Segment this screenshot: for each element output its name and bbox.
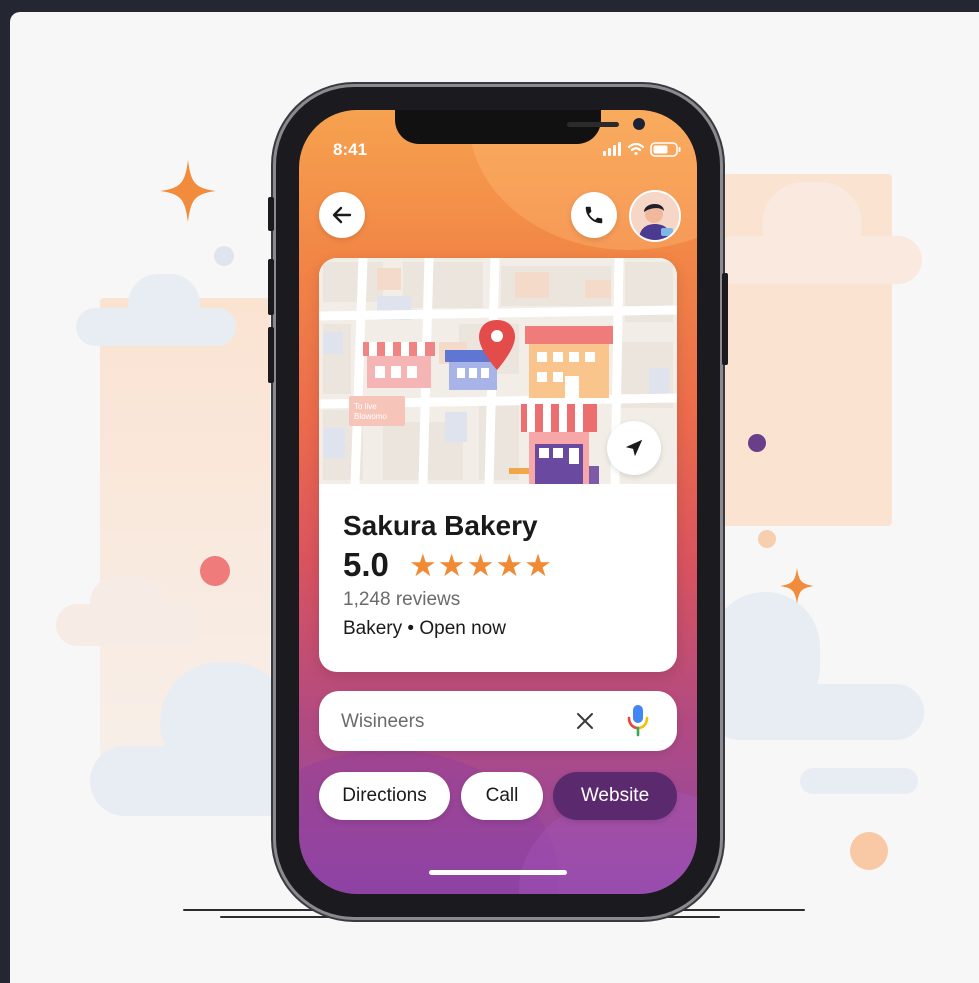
status-time: 8:41 — [333, 140, 368, 159]
arrow-left-icon — [332, 206, 352, 224]
place-card[interactable]: To live Blowomo Sakura Bakery 5.0 ★★★★★ … — [319, 258, 677, 672]
search-bar[interactable] — [319, 691, 677, 751]
phone-screen: 8:41 To live Blowomo Sakura Bakery 5.0 ★… — [299, 110, 697, 894]
close-icon — [577, 713, 593, 729]
category-status: Bakery • Open now — [343, 618, 506, 639]
phone-button-volume-down — [268, 327, 274, 383]
battery-icon — [650, 142, 681, 157]
wifi-icon — [627, 142, 645, 156]
phone-icon — [585, 206, 603, 224]
phone-button-power — [722, 273, 728, 365]
street-sign-text-1: To live — [354, 402, 377, 411]
cloud-left-top-bump — [128, 274, 200, 334]
directions-button[interactable]: Directions — [319, 772, 450, 820]
dot-gray — [214, 246, 234, 266]
review-count[interactable]: 1,248 reviews — [343, 589, 460, 611]
front-camera — [633, 118, 645, 130]
star-rating: ★★★★★ — [409, 548, 553, 583]
dot-coral — [200, 556, 230, 586]
cloud-right-bottom-tail — [800, 768, 918, 794]
shop-orange — [525, 326, 613, 398]
dot-peach-large — [850, 832, 888, 870]
cloud-right-bottom-bump — [710, 592, 820, 722]
speaker — [567, 122, 619, 127]
back-button[interactable] — [319, 192, 365, 238]
place-name: Sakura Bakery — [343, 510, 538, 541]
cloud-left-mid-bump — [90, 576, 166, 630]
canvas: 8:41 To live Blowomo Sakura Bakery 5.0 ★… — [10, 12, 979, 983]
voice-search-button[interactable] — [623, 703, 653, 739]
search-input[interactable] — [339, 707, 563, 737]
phone-button-volume-up — [268, 259, 274, 315]
home-indicator[interactable] — [429, 870, 567, 875]
user-avatar[interactable] — [629, 190, 681, 242]
dot-peach-small — [758, 530, 776, 548]
website-button[interactable]: Website — [553, 772, 677, 820]
microphone-icon — [627, 705, 649, 737]
shop-left — [363, 342, 435, 388]
phone-device: 8:41 To live Blowomo Sakura Bakery 5.0 ★… — [268, 87, 728, 917]
call-header-button[interactable] — [571, 192, 617, 238]
dot-purple — [748, 434, 766, 452]
notch — [395, 110, 645, 144]
sparkle-small-icon — [780, 568, 814, 604]
call-button[interactable]: Call — [461, 772, 543, 820]
cloud-left-bottom-bump — [160, 662, 290, 782]
rating-value: 5.0 — [343, 546, 389, 583]
cloud-right-top-bump — [762, 182, 862, 266]
cellular-signal-icon — [603, 142, 621, 156]
avatar-illustration — [631, 192, 679, 240]
recenter-button[interactable] — [607, 421, 661, 475]
sparkle-large-icon — [160, 160, 216, 222]
phone-button-mute — [268, 197, 274, 231]
navigation-arrow-icon — [625, 439, 643, 457]
status-icons — [603, 142, 681, 157]
map-view[interactable]: To live Blowomo — [319, 258, 677, 484]
street-sign-text-2: Blowomo — [354, 412, 387, 421]
clear-search-button[interactable] — [571, 707, 599, 735]
